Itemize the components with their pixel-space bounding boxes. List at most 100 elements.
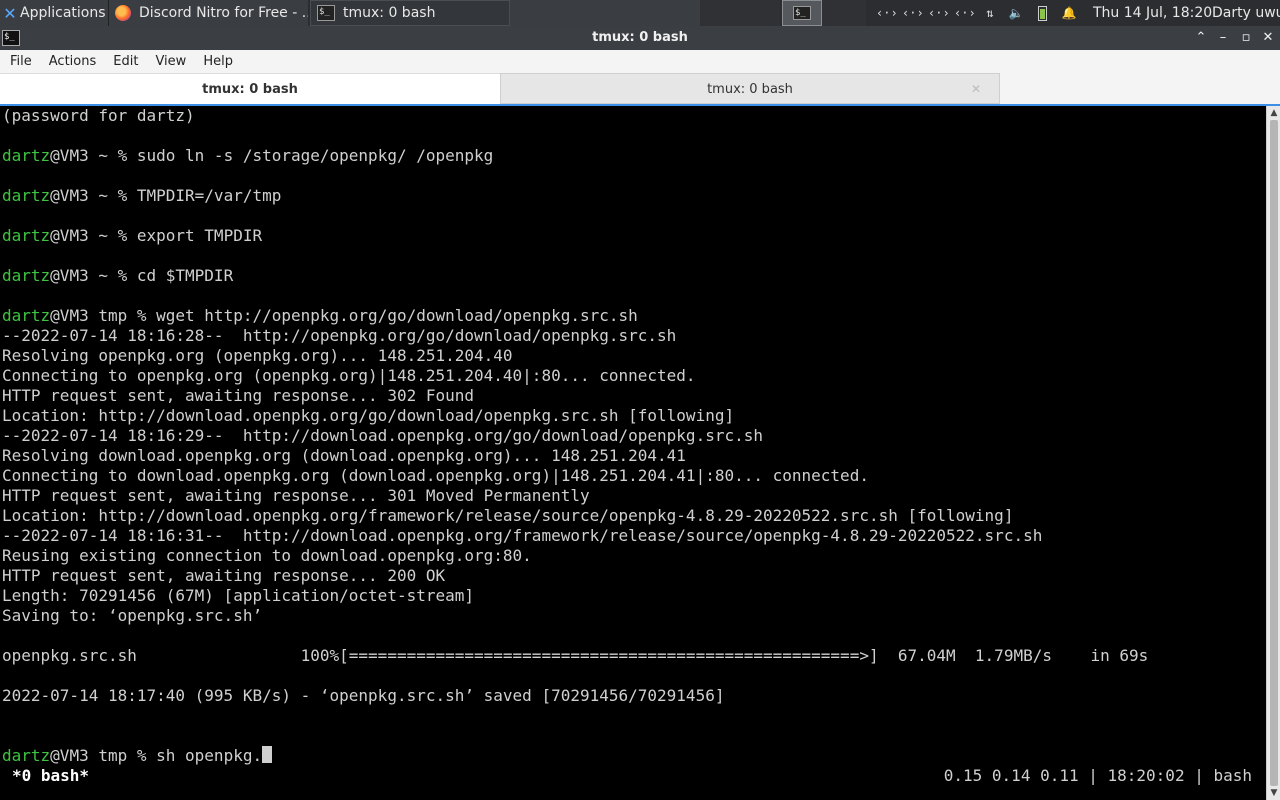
network-icon[interactable]: ‹·› <box>902 6 924 20</box>
terminal-text: Location: http://download.openpkg.org/fr… <box>2 506 1014 525</box>
terminal-icon: $_ <box>793 6 811 20</box>
maximize-up-icon[interactable]: ⌃ <box>1190 26 1212 50</box>
minimize-icon[interactable]: – <box>1212 26 1234 50</box>
terminal-text: Connecting to openpkg.org (openpkg.org)|… <box>2 366 696 385</box>
system-tray: ‹·› ‹·› ‹·› ‹·› ⇅ 🔈 🔔 <box>876 0 1079 26</box>
terminal-line: Location: http://download.openpkg.org/go… <box>2 406 734 426</box>
top-panel: ✕ Applications Discord Nitro for Free - … <box>0 0 1280 26</box>
terminal-text: 2022-07-14 18:17:40 (995 KB/s) - ‘openpk… <box>2 686 725 705</box>
transfer-icon[interactable]: ⇅ <box>980 6 1000 20</box>
scroll-up-icon[interactable]: ▲ <box>1269 108 1279 118</box>
network-icon[interactable]: ‹·› <box>928 6 950 20</box>
tab-label: tmux: 0 bash <box>707 82 793 97</box>
terminal-text: @VM3 ~ % export TMPDIR <box>50 226 263 245</box>
terminal-line: Connecting to openpkg.org (openpkg.org)|… <box>2 366 696 386</box>
close-icon[interactable]: ✕ <box>1257 26 1279 50</box>
volume-icon[interactable]: 🔈 <box>1006 6 1026 20</box>
taskbar-item-terminal[interactable]: $_ tmux: 0 bash <box>310 0 510 26</box>
terminal-line: dartz@VM3 ~ % export TMPDIR <box>2 226 262 246</box>
terminal-line: HTTP request sent, awaiting response... … <box>2 386 474 406</box>
terminal-text: Resolving download.openpkg.org (download… <box>2 446 686 465</box>
terminal-line: dartz@VM3 ~ % sudo ln -s /storage/openpk… <box>2 146 493 166</box>
tab-tmux-inactive[interactable]: tmux: 0 bash ✕ <box>500 73 1000 104</box>
terminal-text: @VM3 ~ % cd $TMPDIR <box>50 266 234 285</box>
applications-menu[interactable]: ✕ Applications <box>0 0 108 26</box>
text-cursor <box>262 746 273 763</box>
terminal-output[interactable]: (password for dartz) dartz@VM3 ~ % sudo l… <box>0 106 1266 800</box>
battery-icon[interactable] <box>1038 5 1047 21</box>
terminal-text: Location: http://download.openpkg.org/go… <box>2 406 735 425</box>
terminal-line: dartz@VM3 ~ % cd $TMPDIR <box>2 266 233 286</box>
terminal-line: (password for dartz) <box>2 106 195 126</box>
terminal-text: @VM3 ~ % sudo ln -s /storage/openpkg/ /o… <box>50 146 494 165</box>
menu-edit[interactable]: Edit <box>103 54 145 69</box>
terminal-text: @VM3 tmp % wget http://openpkg.org/go/do… <box>50 306 638 325</box>
taskbar-item-firefox[interactable]: Discord Nitro for Free - ... <box>108 0 308 26</box>
clock[interactable]: Thu 14 Jul, 18:20 <box>1093 0 1212 26</box>
prompt-command: @VM3 tmp % sh openpkg. <box>50 746 263 765</box>
terminal-line: Connecting to download.openpkg.org (down… <box>2 466 869 486</box>
xfce-logo-icon: ✕ <box>3 3 17 23</box>
prompt-user: dartz <box>2 146 51 165</box>
terminal-line: Resolving download.openpkg.org (download… <box>2 446 686 466</box>
firefox-icon <box>115 5 131 21</box>
terminal-text: Reusing existing connection to download.… <box>2 546 532 565</box>
terminal-text: Connecting to download.openpkg.org (down… <box>2 466 869 485</box>
workspace-area[interactable] <box>822 0 866 26</box>
terminal-text: HTTP request sent, awaiting response... … <box>2 566 446 585</box>
tmux-status-window: *0 bash* <box>12 766 90 785</box>
terminal-scrollbar[interactable]: ▲ ▼ <box>1266 106 1280 800</box>
terminal-text: Saving to: ‘openpkg.src.sh’ <box>2 606 263 625</box>
tmux-status-info: 0.15 0.14 0.11 | 18:20:02 | bash <box>943 766 1252 785</box>
network-icon[interactable]: ‹·› <box>954 6 976 20</box>
menu-help[interactable]: Help <box>193 54 240 69</box>
terminal-icon: $_ <box>317 5 335 21</box>
window-title: tmux: 0 bash <box>592 30 688 45</box>
terminal-line: openpkg.src.sh 100%[====================… <box>2 646 1148 666</box>
taskbar-item-label: Discord Nitro for Free - ... <box>139 5 308 21</box>
scroll-down-icon[interactable]: ▼ <box>1269 788 1279 798</box>
notification-bell-icon[interactable]: 🔔 <box>1059 6 1079 20</box>
terminal-line: dartz@VM3 tmp % wget http://openpkg.org/… <box>2 306 638 326</box>
menu-actions[interactable]: Actions <box>39 54 104 69</box>
prompt-user: dartz <box>2 746 51 765</box>
tab-label: tmux: 0 bash <box>202 82 298 97</box>
terminal-text: @VM3 ~ % TMPDIR=/var/tmp <box>50 186 282 205</box>
close-tab-icon[interactable]: ✕ <box>971 74 981 105</box>
terminal-line: --2022-07-14 18:16:29-- http://download.… <box>2 426 763 446</box>
terminal-text: Resolving openpkg.org (openpkg.org)... 1… <box>2 346 513 365</box>
prompt-user: dartz <box>2 226 51 245</box>
menubar: File Actions Edit View Help <box>0 50 1280 73</box>
scrollbar-thumb[interactable] <box>1270 120 1278 786</box>
terminal-text: openpkg.src.sh 100%[====================… <box>2 646 1149 665</box>
terminal-text: HTTP request sent, awaiting response... … <box>2 486 590 505</box>
restore-icon[interactable]: ▫ <box>1235 26 1257 50</box>
menu-view[interactable]: View <box>145 54 193 69</box>
terminal-text: --2022-07-14 18:16:29-- http://download.… <box>2 426 763 445</box>
terminal-line: Length: 70291456 (67M) [application/octe… <box>2 586 474 606</box>
window-titlebar[interactable]: $_ tmux: 0 bash ⌃ – ▫ ✕ <box>0 26 1280 50</box>
workspace-current[interactable]: $_ <box>782 0 822 26</box>
tab-tmux-active[interactable]: tmux: 0 bash <box>0 73 500 104</box>
terminal-line: HTTP request sent, awaiting response... … <box>2 566 445 586</box>
applications-label: Applications <box>20 5 106 21</box>
user-menu[interactable]: Darty uwu <box>1212 0 1280 26</box>
terminal-line: dartz@VM3 ~ % TMPDIR=/var/tmp <box>2 186 281 206</box>
terminal-line: Reusing existing connection to download.… <box>2 546 532 566</box>
network-icon[interactable]: ‹·› <box>876 6 898 20</box>
terminal-line: --2022-07-14 18:16:31-- http://download.… <box>2 526 1042 546</box>
workspace-area[interactable] <box>700 0 780 26</box>
workspace-area[interactable] <box>510 0 700 26</box>
terminal-text: HTTP request sent, awaiting response... … <box>2 386 475 405</box>
terminal-line: Location: http://download.openpkg.org/fr… <box>2 506 1013 526</box>
menu-file[interactable]: File <box>0 54 39 69</box>
terminal-line: HTTP request sent, awaiting response... … <box>2 486 590 506</box>
terminal-line: 2022-07-14 18:17:40 (995 KB/s) - ‘openpk… <box>2 686 724 706</box>
tab-bar: tmux: 0 bash tmux: 0 bash ✕ <box>0 73 1280 105</box>
terminal-text: --2022-07-14 18:16:31-- http://download.… <box>2 526 1043 545</box>
terminal-text: Length: 70291456 (67M) [application/octe… <box>2 586 475 605</box>
prompt-line: dartz@VM3 tmp % sh openpkg. <box>2 746 273 766</box>
prompt-user: dartz <box>2 306 51 325</box>
terminal-line: Saving to: ‘openpkg.src.sh’ <box>2 606 262 626</box>
prompt-user: dartz <box>2 266 51 285</box>
